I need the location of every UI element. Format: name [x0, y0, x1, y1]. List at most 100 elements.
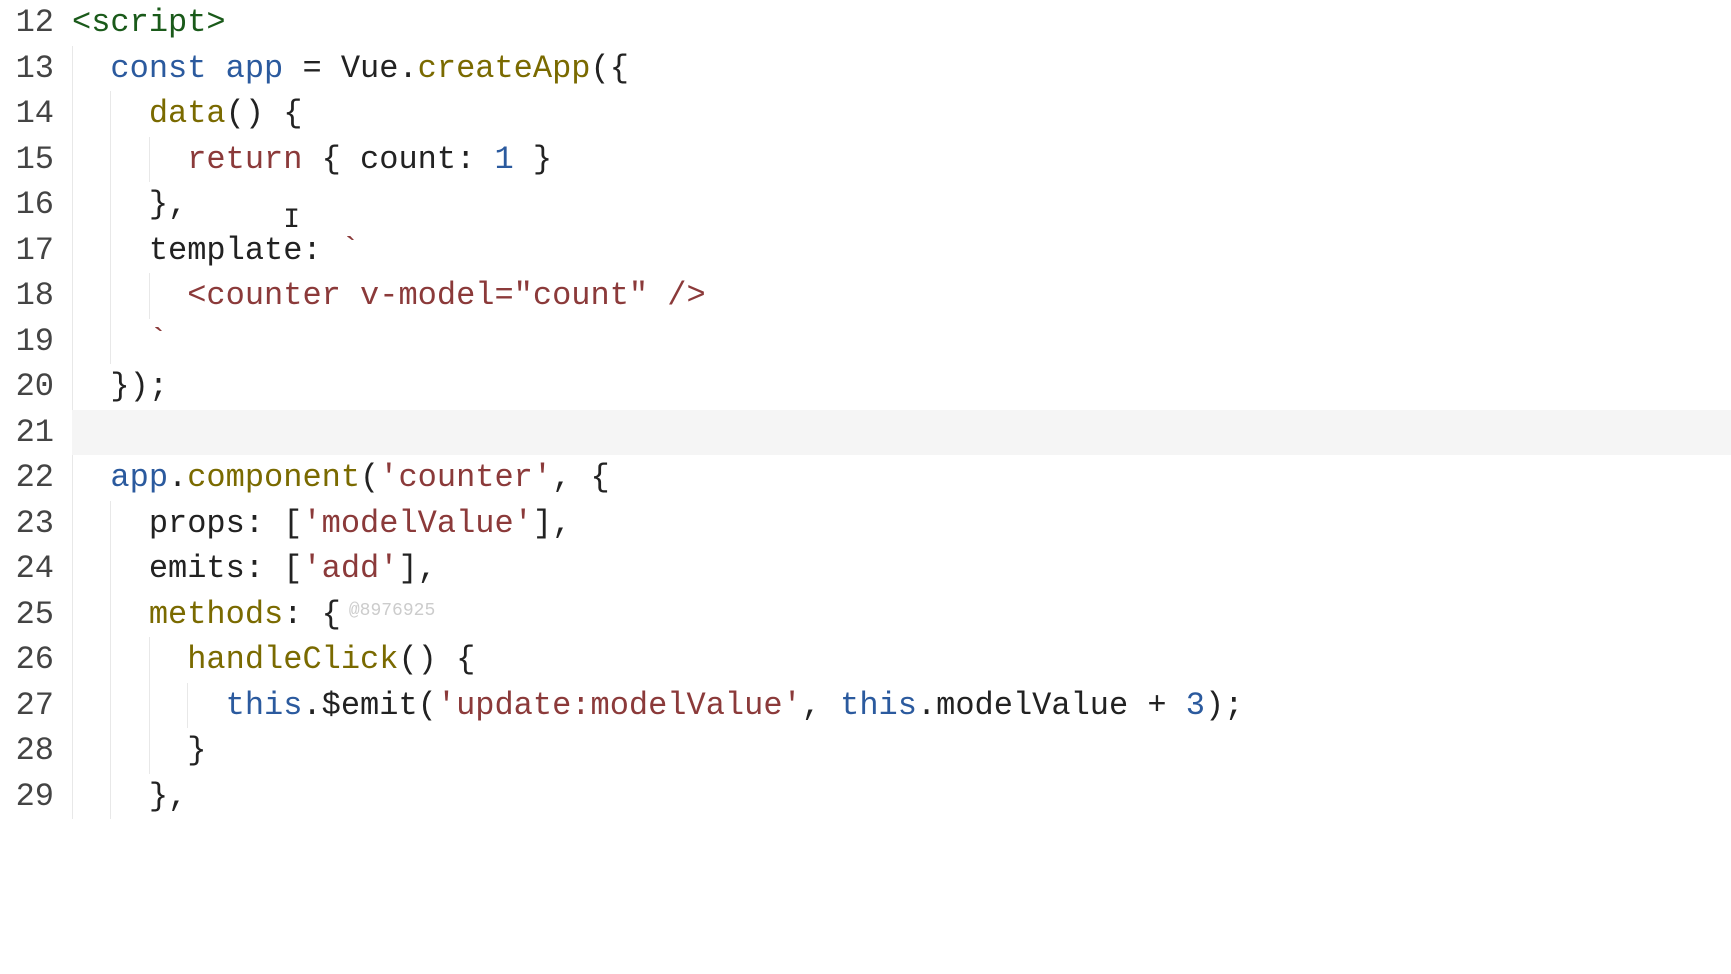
token: .modelValue +	[917, 687, 1186, 724]
line-number: 19	[8, 319, 54, 365]
code-content: return { count: 1 }	[72, 141, 552, 178]
code-content: },	[72, 186, 187, 223]
code-content: data() {	[72, 95, 302, 132]
code-line[interactable]: template: `	[72, 228, 1731, 274]
code-line[interactable]	[72, 410, 1731, 456]
token: component	[187, 459, 360, 496]
code-content: },	[72, 778, 187, 815]
code-line[interactable]: props: ['modelValue'],	[72, 501, 1731, 547]
token: const	[110, 50, 206, 87]
line-number: 25	[8, 592, 54, 638]
code-line[interactable]: `	[72, 319, 1731, 365]
code-line[interactable]: data() {	[72, 91, 1731, 137]
token: (	[360, 459, 379, 496]
line-number: 15	[8, 137, 54, 183]
code-content: });	[72, 368, 168, 405]
line-number: 27	[8, 683, 54, 729]
code-line[interactable]: <script>	[72, 0, 1731, 46]
token: this	[840, 687, 917, 724]
token: 1	[494, 141, 513, 178]
token: ],	[533, 505, 571, 542]
code-line[interactable]: }, I	[72, 182, 1731, 228]
token: methods	[149, 596, 283, 633]
token: app	[226, 50, 284, 87]
token: emits: [	[149, 550, 303, 587]
code-line[interactable]: }	[72, 728, 1731, 774]
token: handleClick	[187, 641, 398, 678]
token: },	[149, 778, 187, 815]
token: , {	[552, 459, 610, 496]
code-line[interactable]: });	[72, 364, 1731, 410]
token: data	[149, 95, 226, 132]
token: },	[149, 186, 187, 223]
token	[322, 232, 341, 269]
line-number: 14	[8, 91, 54, 137]
token: return	[187, 141, 302, 178]
line-number: 17	[8, 228, 54, 274]
code-content: this.$emit('update:modelValue', this.mod…	[72, 687, 1243, 724]
token	[206, 50, 225, 87]
line-number: 21	[8, 410, 54, 456]
line-number: 23	[8, 501, 54, 547]
token: this	[226, 687, 303, 724]
token: <counter v-model="count" />	[187, 277, 705, 314]
token: .$emit(	[302, 687, 436, 724]
token: = Vue.	[283, 50, 417, 87]
code-content: <counter v-model="count" />	[72, 277, 706, 314]
token: 3	[1186, 687, 1205, 724]
code-line[interactable]: return { count: 1 }	[72, 137, 1731, 183]
line-number: 12	[8, 0, 54, 46]
token: ],	[398, 550, 436, 587]
token: ({	[590, 50, 628, 87]
code-line[interactable]: handleClick() {	[72, 637, 1731, 683]
code-content: }	[72, 732, 206, 769]
line-number: 22	[8, 455, 54, 501]
code-content: const app = Vue.createApp({	[72, 50, 629, 87]
code-line[interactable]: app.component('counter', {	[72, 455, 1731, 501]
code-content: handleClick() {	[72, 641, 475, 678]
token: );	[1205, 687, 1243, 724]
token: .	[168, 459, 187, 496]
code-content: emits: ['add'],	[72, 550, 437, 587]
token: : {	[283, 596, 341, 633]
token: template:	[149, 232, 322, 269]
token: 'modelValue'	[302, 505, 532, 542]
token: `	[341, 232, 360, 269]
token: }	[514, 141, 552, 178]
token: }	[187, 732, 206, 769]
token: () {	[398, 641, 475, 678]
line-number: 29	[8, 774, 54, 820]
code-line[interactable]: <counter v-model="count" />	[72, 273, 1731, 319]
code-line[interactable]: const app = Vue.createApp({	[72, 46, 1731, 92]
code-line[interactable]: emits: ['add'],	[72, 546, 1731, 592]
line-number-gutter: 121314151617181920212223242526272829	[0, 0, 72, 819]
token: { count:	[302, 141, 494, 178]
code-content: template: `	[72, 232, 360, 269]
line-number: 28	[8, 728, 54, 774]
code-editor[interactable]: <script> const app = Vue.createApp({ dat…	[72, 0, 1731, 819]
code-content: <script>	[72, 4, 226, 41]
token: createApp	[418, 50, 591, 87]
line-number: 20	[8, 364, 54, 410]
text-cursor: I	[187, 186, 283, 223]
token: `	[149, 323, 168, 360]
token: 'counter'	[379, 459, 552, 496]
line-number: 16	[8, 182, 54, 228]
token: });	[110, 368, 168, 405]
token: props: [	[149, 505, 303, 542]
line-number: 13	[8, 46, 54, 92]
line-number: 26	[8, 637, 54, 683]
watermark: @8976925	[349, 601, 435, 621]
token: 'add'	[302, 550, 398, 587]
code-line[interactable]: },	[72, 774, 1731, 820]
token: ,	[802, 687, 840, 724]
line-number: 18	[8, 273, 54, 319]
code-content: `	[72, 323, 168, 360]
code-content: app.component('counter', {	[72, 459, 610, 496]
code-line[interactable]: this.$emit('update:modelValue', this.mod…	[72, 683, 1731, 729]
code-content: props: ['modelValue'],	[72, 505, 571, 542]
token: <script>	[72, 4, 226, 41]
line-number: 24	[8, 546, 54, 592]
code-line[interactable]: methods: { @8976925	[72, 592, 1731, 638]
token: 'update:modelValue'	[437, 687, 802, 724]
